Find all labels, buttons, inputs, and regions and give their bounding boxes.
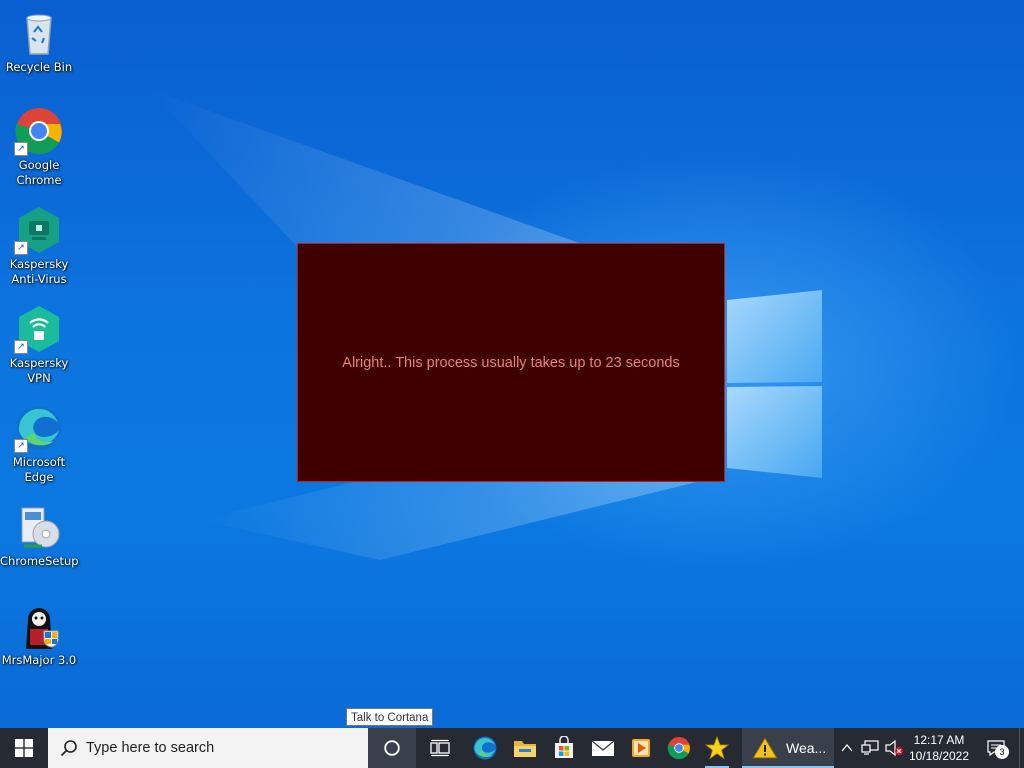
desktop-icon-chromesetup[interactable]: ChromeSetup (0, 502, 79, 569)
taskbar: Type here to search Wea... 12:17 AM 10/1… (0, 728, 1024, 768)
shortcut-arrow-icon: ↗ (14, 439, 28, 453)
desktop-icon-label: Microsoft Edge (12, 455, 66, 484)
kaspersky-antivirus-icon: ↗ (14, 205, 64, 255)
recycle-bin-icon (14, 8, 64, 58)
clock-date: 10/18/2022 (908, 749, 970, 763)
desktop-icon-label: Kaspersky VPN (9, 356, 69, 385)
clock-time: 12:17 AM (913, 733, 965, 747)
desktop-icon-recycle-bin[interactable]: Recycle Bin (0, 8, 78, 75)
cortana-tooltip: Talk to Cortana (346, 708, 434, 726)
desktop-icon-label: Kaspersky Anti-Virus (9, 257, 69, 286)
star-app-icon (705, 736, 729, 760)
shortcut-arrow-icon: ↗ (14, 241, 28, 255)
desktop-icon-microsoft-edge[interactable]: ↗ Microsoft Edge (0, 403, 78, 485)
desktop-icon-kaspersky-vpn[interactable]: ↗ Kaspersky VPN (0, 304, 78, 386)
task-view-icon (430, 739, 450, 757)
active-window-label: Wea... (786, 740, 827, 756)
shortcut-arrow-icon: ↗ (14, 142, 28, 156)
desktop-icon-label: ChromeSetup (0, 554, 79, 568)
search-placeholder: Type here to search (86, 740, 215, 756)
popup-message: Alright.. This process usually takes up … (342, 354, 680, 371)
cortana-icon (384, 740, 400, 756)
show-hidden-icons-button[interactable] (838, 728, 856, 768)
edge-icon (473, 736, 497, 760)
process-popup-window[interactable]: Alright.. This process usually takes up … (297, 243, 725, 482)
taskbar-file-explorer-button[interactable] (506, 728, 544, 768)
media-player-icon (632, 739, 650, 757)
desktop-icon-mrsmajor[interactable]: MrsMajor 3.0 (0, 601, 78, 668)
taskbar-active-window-button[interactable]: Wea... (742, 728, 834, 768)
shortcut-arrow-icon: ↗ (14, 340, 28, 354)
windows-logo-icon (15, 739, 33, 757)
taskbar-search-box[interactable]: Type here to search (48, 728, 368, 768)
warning-icon (752, 737, 778, 759)
taskbar-clock[interactable]: 12:17 AM 10/18/2022 (904, 728, 974, 768)
desktop-screen: Recycle Bin ↗ Google Chrome ↗ Kaspersky … (0, 0, 1024, 768)
network-tray-button[interactable] (858, 728, 882, 768)
kaspersky-vpn-icon: ↗ (14, 304, 64, 354)
microsoft-store-icon (555, 736, 573, 758)
desktop-icon-kaspersky-antivirus[interactable]: ↗ Kaspersky Anti-Virus (0, 205, 78, 287)
desktop-icon-label: MrsMajor 3.0 (1, 653, 77, 667)
desktop-icon-google-chrome[interactable]: ↗ Google Chrome (0, 106, 78, 188)
cortana-button[interactable] (368, 728, 416, 768)
taskbar-mail-button[interactable] (584, 728, 622, 768)
chrome-icon (667, 736, 691, 760)
chevron-up-icon (841, 743, 853, 752)
notification-count-badge: 3 (995, 745, 1009, 759)
taskbar-media-button[interactable] (622, 728, 660, 768)
edge-icon: ↗ (14, 403, 64, 453)
taskbar-store-button[interactable] (545, 728, 583, 768)
desktop-icon-label: Google Chrome (16, 158, 62, 187)
taskbar-star-app-button[interactable] (698, 728, 736, 768)
desktop-icon-label: Recycle Bin (5, 60, 73, 74)
volume-tray-button[interactable] (882, 728, 906, 768)
task-view-button[interactable] (416, 728, 464, 768)
chrome-icon: ↗ (14, 106, 64, 156)
search-icon (60, 740, 77, 757)
installer-icon (14, 502, 64, 552)
volume-muted-icon (885, 740, 903, 756)
mail-icon (591, 740, 615, 756)
show-desktop-button[interactable] (1019, 728, 1024, 768)
taskbar-edge-button[interactable] (466, 728, 504, 768)
mrsmajor-icon (14, 601, 64, 651)
start-button[interactable] (0, 728, 48, 768)
action-center-button[interactable]: 3 (980, 728, 1012, 768)
file-explorer-icon (514, 741, 536, 757)
taskbar-chrome-button[interactable] (660, 728, 698, 768)
network-icon (861, 740, 879, 755)
